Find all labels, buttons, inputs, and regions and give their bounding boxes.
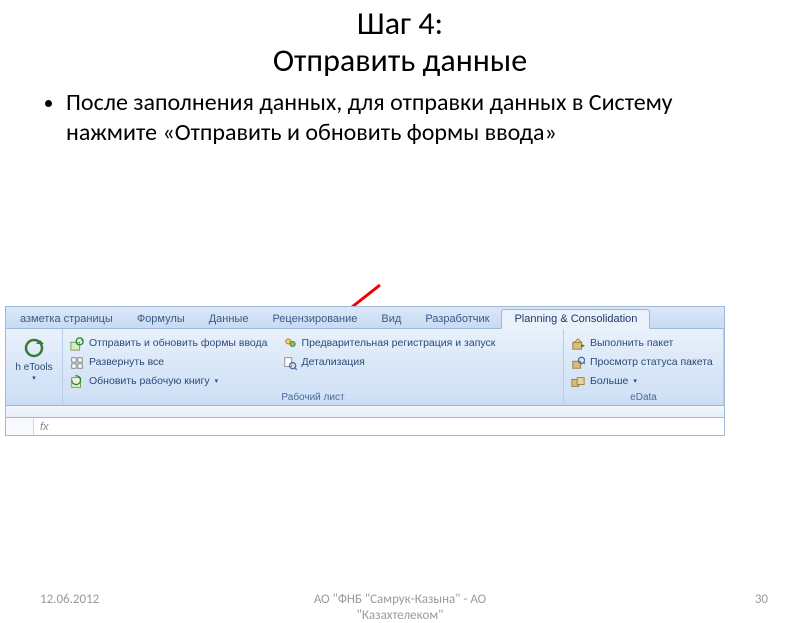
slide-title: Шаг 4: Отправить данные — [0, 6, 800, 80]
name-box[interactable] — [6, 418, 34, 435]
preregistration-label: Предварительная регистрация и запуск — [302, 338, 496, 349]
ribbon-body: h eTools ▾ Отправить и обновить формы вв… — [5, 328, 725, 406]
run-package-button[interactable]: Выполнить пакет — [570, 335, 713, 352]
run-package-label: Выполнить пакет — [590, 338, 673, 349]
tab-data[interactable]: Данные — [197, 310, 261, 328]
package-status-label: Просмотр статуса пакета — [590, 357, 713, 368]
etools-label: h eTools — [15, 363, 52, 373]
tab-formulas[interactable]: Формулы — [125, 310, 197, 328]
fx-label: fx — [34, 421, 55, 433]
package-status-icon — [570, 355, 586, 371]
worksheet-header-strip — [5, 406, 725, 418]
more-label: Больше — [590, 376, 628, 387]
ribbon-tabstrip: азметка страницы Формулы Данные Рецензир… — [5, 306, 725, 328]
expand-all-icon — [69, 355, 85, 371]
more-button[interactable]: Больше ▾ — [570, 373, 713, 390]
title-line-1: Шаг 4: — [357, 4, 443, 43]
tab-planning-consolidation[interactable]: Planning & Consolidation — [501, 309, 650, 329]
group-worksheet: Отправить и обновить формы ввода Разверн… — [63, 329, 564, 405]
expand-all-button[interactable]: Развернуть все — [69, 354, 268, 371]
detail-label: Детализация — [302, 357, 365, 368]
tab-view[interactable]: Вид — [369, 310, 413, 328]
group-edata-label: eData — [564, 391, 723, 405]
preregistration-button[interactable]: Предварительная регистрация и запуск — [282, 335, 496, 352]
title-line-2: Отправить данные — [273, 41, 527, 80]
refresh-workbook-button[interactable]: Обновить рабочую книгу ▾ — [69, 373, 268, 390]
expand-all-label: Развернуть все — [89, 357, 164, 368]
formula-input[interactable] — [55, 418, 724, 435]
detail-icon — [282, 355, 298, 371]
send-refresh-forms-button[interactable]: Отправить и обновить формы ввода — [69, 335, 268, 352]
group-etools-label — [6, 391, 62, 405]
group-etools: h eTools ▾ — [6, 329, 63, 405]
detail-button[interactable]: Детализация — [282, 354, 496, 371]
group-edata: Выполнить пакет Просмотр статуса пакета … — [564, 329, 724, 405]
refresh-workbook-icon — [69, 374, 85, 390]
bullet-1: После заполнения данных, для отправки да… — [66, 88, 740, 148]
group-worksheet-label: Рабочий лист — [63, 391, 563, 405]
package-status-button[interactable]: Просмотр статуса пакета — [570, 354, 713, 371]
excel-ribbon-screenshot: азметка страницы Формулы Данные Рецензир… — [5, 306, 725, 436]
dropdown-icon: ▾ — [633, 378, 637, 385]
formula-bar: fx — [5, 418, 725, 436]
run-package-icon — [570, 336, 586, 352]
preregistration-icon — [282, 336, 298, 352]
etools-refresh-button[interactable]: h eTools ▾ — [12, 333, 56, 391]
slide-body: После заполнения данных, для отправки да… — [40, 88, 740, 148]
tab-review[interactable]: Рецензирование — [260, 310, 369, 328]
tab-page-layout[interactable]: азметка страницы — [8, 310, 125, 328]
refresh-icon — [21, 335, 47, 361]
dropdown-icon: ▾ — [32, 375, 36, 382]
footer-org: АО "ФНБ "Самрук-Казына" - АО "Казахтелек… — [0, 592, 800, 623]
send-refresh-icon — [69, 336, 85, 352]
dropdown-icon: ▾ — [215, 378, 219, 385]
more-icon — [570, 374, 586, 390]
tab-developer[interactable]: Разработчик — [413, 310, 501, 328]
send-refresh-label: Отправить и обновить формы ввода — [89, 338, 268, 349]
refresh-workbook-label: Обновить рабочую книгу — [89, 376, 210, 387]
